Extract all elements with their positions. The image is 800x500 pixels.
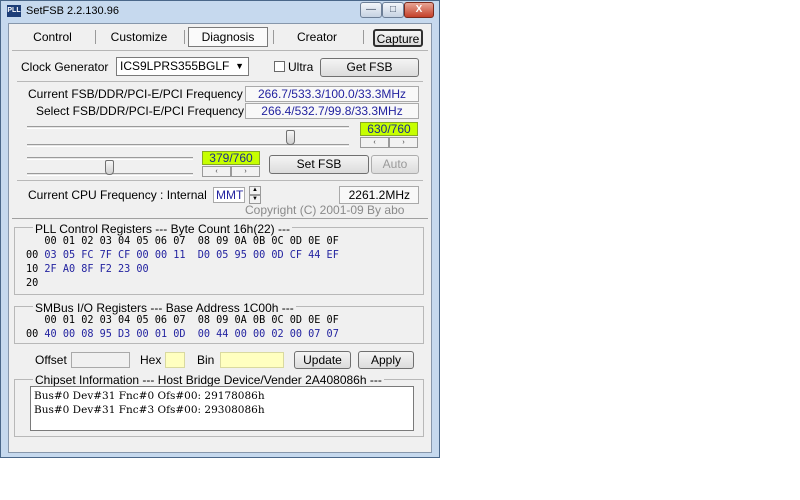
title-bar[interactable]: PLL SetFSB 2.2.130.96 — □ X <box>1 1 439 23</box>
chipset-info-title: Chipset Information --- Host Bridge Devi… <box>33 373 384 387</box>
separator <box>17 180 423 181</box>
cpu-mode-field[interactable]: MMT <box>213 187 245 203</box>
pll-row-10[interactable]: 10 2F A0 8F F2 23 00 <box>26 263 149 277</box>
setfsb-window: PLL SetFSB 2.2.130.96 — □ X Control Cust… <box>0 0 440 458</box>
bin-label: Bin <box>197 353 215 367</box>
slider1-left-arrow[interactable]: ‹ <box>360 137 389 148</box>
set-fsb-button[interactable]: Set FSB <box>269 155 369 174</box>
bin-field[interactable] <box>220 352 284 368</box>
select-frequency-label: Select FSB/DDR/PCI-E/PCI Frequency <box>36 104 245 118</box>
minimize-button[interactable]: — <box>360 2 382 18</box>
row-address: 20 <box>26 278 39 289</box>
cpu-frequency-value: 2261.2MHz <box>339 186 419 204</box>
fsb-slider-thumb[interactable] <box>286 130 295 145</box>
chipset-line-1: Bus#0 Dev#31 Fnc#0 Ofs#00: 29178086h <box>34 390 265 402</box>
row-address: 00 <box>26 250 39 261</box>
auto-button[interactable]: Auto <box>371 155 419 174</box>
fsb-slider-track[interactable] <box>27 144 349 147</box>
maximize-button[interactable]: □ <box>382 2 404 18</box>
hex-field[interactable] <box>165 352 185 368</box>
app-icon: PLL <box>7 5 21 17</box>
close-button[interactable]: X <box>404 2 434 18</box>
tab-diagnosis[interactable]: Diagnosis <box>188 27 268 47</box>
pci-slider-value: 379/760 <box>202 151 260 165</box>
smbus-column-header: 00 01 02 03 04 05 06 07 08 09 0A 0B 0C 0… <box>26 315 339 326</box>
separator <box>12 218 428 219</box>
cpu-frequency-label: Current CPU Frequency : Internal <box>28 188 207 202</box>
copyright-text: Copyright (C) 2001-09 By abo <box>245 203 405 217</box>
row-values: 2F A0 8F F2 23 00 <box>44 264 149 275</box>
fsb-slider-track-top <box>27 126 349 129</box>
current-frequency-value: 266.7/533.3/100.0/33.3MHz <box>245 86 419 102</box>
fsb-slider-value: 630/760 <box>360 122 418 136</box>
tab-divider <box>12 50 428 51</box>
clock-generator-label: Clock Generator <box>21 60 109 74</box>
chipset-info-box[interactable]: Bus#0 Dev#31 Fnc#0 Ofs#00: 29178086h Bus… <box>30 386 414 431</box>
tab-control[interactable]: Control <box>15 27 90 47</box>
pll-row-20[interactable]: 20 <box>26 277 44 291</box>
current-frequency-label: Current FSB/DDR/PCI-E/PCI Frequency <box>28 87 243 101</box>
pll-column-header: 00 01 02 03 04 05 06 07 08 09 0A 0B 0C 0… <box>26 236 339 247</box>
chevron-down-icon: ▼ <box>235 61 244 71</box>
tab-separator <box>273 30 274 44</box>
ultra-checkbox[interactable] <box>274 61 285 72</box>
ultra-label: Ultra <box>288 60 314 74</box>
hex-label: Hex <box>140 353 162 367</box>
tab-customize[interactable]: Customize <box>99 27 179 47</box>
tab-separator <box>363 30 364 44</box>
pci-slider-thumb[interactable] <box>105 160 114 175</box>
mode-up-arrow-icon[interactable]: ▲ <box>249 186 261 195</box>
chipset-line-2: Bus#0 Dev#31 Fnc#3 Ofs#00: 29308086h <box>34 404 265 416</box>
slider2-left-arrow[interactable]: ‹ <box>202 166 231 177</box>
smbus-registers-title: SMBus I/O Registers --- Base Address 1C0… <box>33 301 296 315</box>
apply-button[interactable]: Apply <box>358 351 414 369</box>
pll-row-00[interactable]: 00 03 05 FC 7F CF 00 00 11 D0 05 95 00 0… <box>26 249 339 263</box>
clock-generator-select[interactable]: ICS9LPRS355BGLF ▼ <box>116 57 249 76</box>
slider1-right-arrow[interactable]: › <box>389 137 418 148</box>
smbus-row-00[interactable]: 00 40 00 08 95 D3 00 01 0D 00 44 00 00 0… <box>26 328 339 342</box>
row-values: 03 05 FC 7F CF 00 00 11 D0 05 95 00 0D C… <box>44 250 339 261</box>
client-area: Control Customize Diagnosis Creator Capt… <box>8 23 432 453</box>
row-values: 40 00 08 95 D3 00 01 0D 00 44 00 00 02 0… <box>44 329 339 340</box>
row-address: 00 <box>26 329 39 340</box>
tab-separator <box>184 30 185 44</box>
pll-registers-title: PLL Control Registers --- Byte Count 16h… <box>33 222 292 236</box>
slider2-right-arrow[interactable]: › <box>231 166 260 177</box>
tab-creator[interactable]: Creator <box>277 27 357 47</box>
row-address: 10 <box>26 264 39 275</box>
capture-button[interactable]: Capture <box>373 29 423 47</box>
tab-separator <box>95 30 96 44</box>
select-frequency-value: 266.4/532.7/99.8/33.3MHz <box>245 103 419 119</box>
separator <box>17 81 423 82</box>
offset-label: Offset <box>35 353 67 367</box>
update-button[interactable]: Update <box>294 351 351 369</box>
clock-generator-value: ICS9LPRS355BGLF <box>120 59 230 73</box>
window-title: SetFSB 2.2.130.96 <box>26 5 119 17</box>
offset-field[interactable] <box>71 352 130 368</box>
get-fsb-button[interactable]: Get FSB <box>320 58 419 77</box>
